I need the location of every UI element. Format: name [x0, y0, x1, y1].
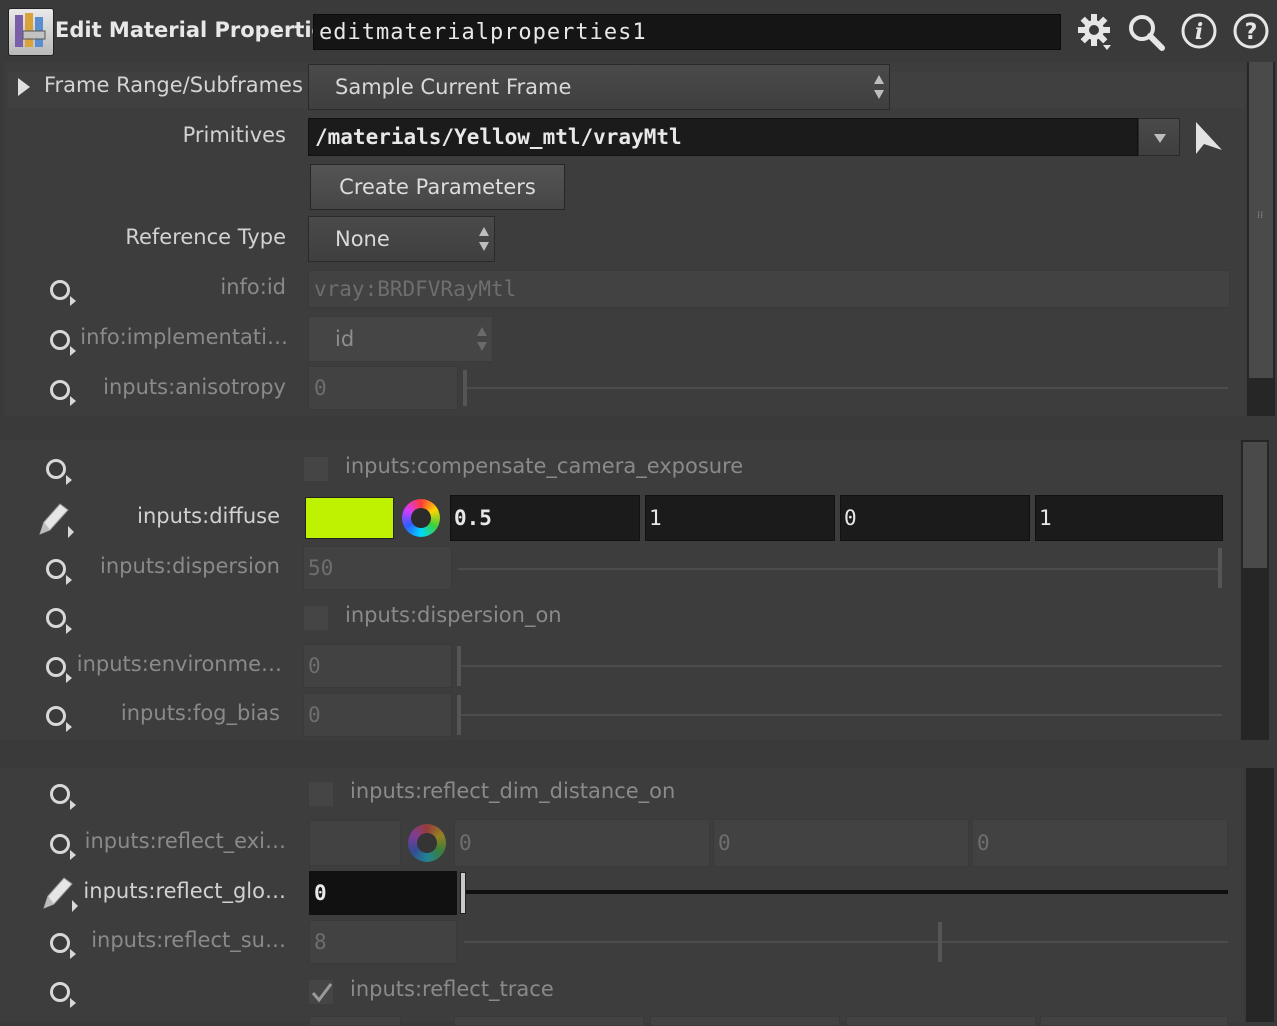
reflect-dim-distance-label: inputs:reflect_dim_distance_on	[350, 779, 676, 803]
panel-scrollbar[interactable]	[1246, 768, 1274, 1022]
inputs-panel-1	[0, 440, 1240, 740]
info-icon[interactable]: i	[1180, 12, 1218, 50]
checkmark-icon	[311, 983, 333, 1003]
slider-handle[interactable]	[938, 922, 942, 962]
expand-triangle-icon[interactable]	[18, 78, 30, 96]
primitives-dropdown-button[interactable]	[1138, 118, 1180, 156]
svg-text:i: i	[1195, 19, 1203, 45]
slider-handle[interactable]	[457, 695, 461, 735]
reflect-exit-color-swatch[interactable]	[309, 820, 401, 866]
environment-label: inputs:environme…	[76, 652, 282, 676]
diffuse-r-field[interactable]: 0.5	[450, 495, 640, 541]
anisotropy-slider[interactable]	[464, 387, 1228, 389]
reflect-glossiness-slider[interactable]	[464, 890, 1228, 894]
next-row-field[interactable]	[846, 1016, 1036, 1026]
environment-field[interactable]: 0	[303, 644, 452, 688]
info-implementation-label: info:implementati…	[80, 325, 288, 349]
anisotropy-label: inputs:anisotropy	[103, 375, 286, 399]
panel-scrollbar[interactable]	[1241, 440, 1269, 740]
gear-icon[interactable]	[1074, 12, 1112, 50]
next-row-swatch[interactable]	[309, 1016, 401, 1026]
anisotropy-field[interactable]: 0	[308, 366, 458, 410]
fog-bias-field[interactable]: 0	[303, 693, 452, 737]
fog-bias-label: inputs:fog_bias	[120, 701, 280, 725]
reflect-exit-r-field[interactable]: 0	[454, 819, 710, 867]
dispersion-on-checkbox[interactable]	[303, 605, 329, 631]
reference-type-value: None	[335, 227, 390, 251]
dispersion-slider[interactable]	[458, 568, 1222, 570]
compensate-checkbox[interactable]	[303, 456, 329, 482]
animation-toggle-icon[interactable]	[50, 784, 76, 810]
reflect-trace-checkbox[interactable]	[308, 979, 334, 1005]
info-id-label: info:id	[220, 275, 286, 299]
next-row-field[interactable]	[1040, 1016, 1228, 1026]
animation-toggle-icon[interactable]	[46, 459, 72, 485]
slider-handle[interactable]	[457, 646, 461, 686]
color-wheel-icon[interactable]	[408, 824, 446, 862]
reference-type-label: Reference Type	[125, 225, 286, 249]
help-icon[interactable]: ?	[1232, 12, 1270, 50]
dispersion-field[interactable]: 50	[303, 546, 452, 590]
diffuse-b-field[interactable]: 0	[840, 495, 1030, 541]
reflect-trace-label: inputs:reflect_trace	[350, 977, 554, 1001]
primitives-input[interactable]: /materials/Yellow_mtl/vrayMtl	[308, 118, 1138, 156]
slider-handle[interactable]	[1218, 548, 1222, 588]
scroll-grip-icon: ⁞⁞	[1257, 210, 1264, 221]
primitives-label: Primitives	[182, 123, 286, 147]
svg-text:?: ?	[1245, 20, 1258, 45]
menu-arrows-icon	[479, 227, 489, 251]
reflect-subdivs-slider[interactable]	[464, 941, 1228, 943]
diffuse-g-field[interactable]: 1	[645, 495, 835, 541]
reflect-subdivs-label: inputs:reflect_su…	[91, 928, 286, 952]
frame-range-label: Frame Range/Subframes	[44, 73, 303, 97]
reference-type-menu[interactable]: None	[308, 216, 495, 262]
menu-arrows-icon	[874, 75, 884, 99]
reflect-glossiness-field[interactable]: 0	[309, 871, 457, 915]
diffuse-a-field[interactable]: 1	[1035, 495, 1223, 541]
select-arrow-icon[interactable]	[1192, 118, 1228, 158]
reflect-exit-g-field[interactable]: 0	[713, 819, 969, 867]
info-id-field[interactable]: vray:BRDFVRayMtl	[308, 270, 1230, 308]
info-implementation-menu[interactable]: id	[308, 316, 493, 362]
frame-range-menu[interactable]: Sample Current Frame	[308, 64, 890, 110]
create-parameters-button[interactable]: Create Parameters	[310, 164, 565, 210]
slider-handle[interactable]	[460, 872, 466, 914]
animation-toggle-icon[interactable]	[46, 608, 72, 634]
reflect-glossiness-label: inputs:reflect_glo…	[83, 879, 286, 903]
frame-range-value: Sample Current Frame	[335, 75, 572, 99]
reflect-exit-b-field[interactable]: 0	[972, 819, 1228, 867]
slider-handle[interactable]	[463, 370, 467, 406]
info-implementation-value: id	[335, 327, 355, 351]
dispersion-label: inputs:dispersion	[100, 554, 280, 578]
scrollbar-thumb[interactable]	[1243, 442, 1267, 568]
search-icon[interactable]	[1126, 12, 1165, 51]
reflect-subdivs-field[interactable]: 8	[309, 920, 457, 964]
next-row-field[interactable]	[454, 1016, 644, 1026]
node-type-icon[interactable]	[8, 8, 54, 56]
chevron-down-icon	[1154, 134, 1166, 143]
diffuse-color-swatch[interactable]	[305, 497, 394, 539]
reflect-exit-label: inputs:reflect_exi…	[84, 829, 286, 853]
reflect-dim-distance-checkbox[interactable]	[308, 781, 334, 807]
diffuse-label: inputs:diffuse	[137, 504, 280, 528]
color-wheel-icon[interactable]	[402, 499, 440, 537]
dispersion-on-label: inputs:dispersion_on	[345, 603, 562, 627]
parameter-header: Edit Material Properties editmaterialpro…	[0, 0, 1277, 62]
animation-toggle-icon[interactable]	[50, 982, 76, 1008]
panel-scrollbar[interactable]: ⁞⁞	[1247, 62, 1275, 416]
next-row-field[interactable]	[650, 1016, 840, 1026]
node-type-title: Edit Material Properties	[55, 18, 339, 42]
menu-arrows-icon	[477, 327, 487, 351]
node-name-field[interactable]: editmaterialproperties1	[313, 14, 1061, 50]
compensate-label: inputs:compensate_camera_exposure	[345, 454, 744, 478]
fog-bias-slider[interactable]	[458, 714, 1222, 716]
environment-slider[interactable]	[458, 665, 1222, 667]
